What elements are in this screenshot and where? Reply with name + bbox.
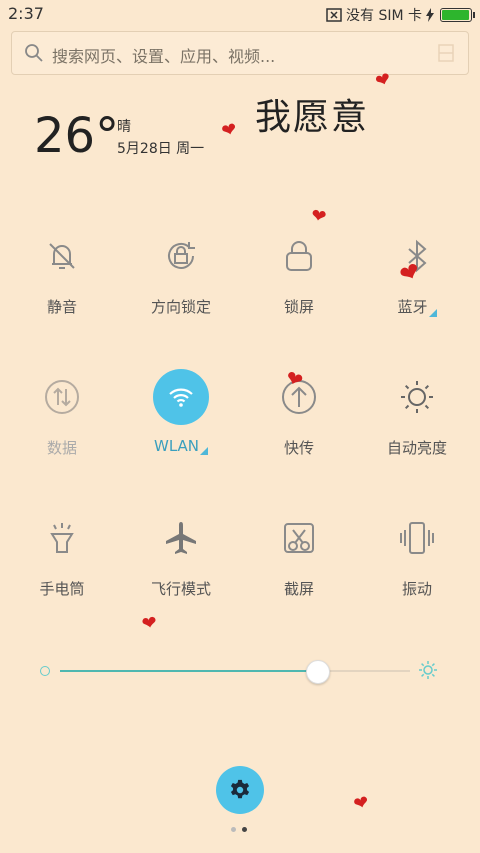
tile-label: 蓝牙	[397, 298, 428, 316]
heart-decoration: ❤	[309, 204, 328, 229]
vibrate-icon	[389, 510, 445, 566]
sim-status-text: 没有 SIM 卡	[346, 8, 422, 24]
heart-decoration: ❤	[219, 118, 240, 143]
page-dot-active	[242, 827, 247, 832]
screenshot-scissors-icon	[271, 510, 327, 566]
tile-label-with-menu: 蓝牙	[358, 296, 476, 317]
tile-label: 振动	[401, 580, 432, 598]
no-sim-icon	[326, 8, 342, 22]
tile-label: 锁屏	[283, 298, 314, 316]
expand-indicator-icon	[428, 309, 437, 317]
status-bar: 2:37 没有 SIM 卡	[0, 0, 480, 28]
brightness-low-icon	[40, 666, 50, 676]
tile-label: 数据	[46, 439, 77, 457]
weather-condition: 晴	[117, 119, 131, 135]
tile-label: 手电筒	[39, 580, 85, 598]
tile-label: 飞行模式	[150, 580, 211, 598]
slider-fill	[60, 670, 318, 672]
slider-thumb[interactable]	[306, 660, 330, 684]
search-placeholder: 搜索网页、设置、应用、视频...	[52, 47, 276, 66]
toggle-lock-screen[interactable]: 锁屏	[240, 228, 358, 317]
page-dot	[231, 827, 236, 832]
charging-icon	[426, 8, 434, 22]
mobile-data-icon	[34, 369, 90, 425]
toggle-mute[interactable]: 静音	[3, 228, 121, 317]
brightness-slider[interactable]	[40, 656, 442, 686]
brightness-high-icon	[419, 661, 437, 679]
toggle-airplane-mode[interactable]: 飞行模式	[122, 510, 240, 599]
temperature: 26°	[34, 108, 120, 164]
flashlight-icon	[34, 510, 90, 566]
toggle-flashlight[interactable]: 手电筒	[3, 510, 121, 599]
handwritten-slogan: 我愿意	[255, 97, 370, 138]
toggle-rotation-lock[interactable]: 方向锁定	[122, 228, 240, 317]
toggle-screenshot[interactable]: 截屏	[240, 510, 358, 599]
clock: 2:37	[8, 4, 44, 23]
date: 5月28日 周一	[117, 141, 205, 157]
scan-icon[interactable]	[436, 43, 456, 63]
tile-label: 自动亮度	[386, 439, 447, 457]
tile-label: 截屏	[283, 580, 314, 598]
toggle-auto-brightness[interactable]: 自动亮度	[358, 369, 476, 458]
toggle-mobile-data[interactable]: 数据	[3, 369, 121, 458]
page-indicator	[231, 827, 247, 832]
tile-label-with-menu: WLAN	[122, 437, 240, 455]
search-bar[interactable]: 搜索网页、设置、应用、视频...	[11, 31, 469, 75]
toggle-vibrate[interactable]: 振动	[358, 510, 476, 599]
lock-icon	[271, 228, 327, 284]
gear-icon	[230, 779, 250, 799]
tile-label: WLAN	[153, 437, 199, 455]
tile-label: 方向锁定	[150, 298, 211, 316]
settings-button[interactable]	[216, 766, 264, 814]
heart-decoration: ❤	[140, 611, 159, 636]
rotation-lock-icon	[153, 228, 209, 284]
toggle-wlan[interactable]: WLAN	[122, 369, 240, 455]
tile-label: 快传	[283, 439, 314, 457]
heart-decoration: ❤	[351, 791, 372, 816]
tile-label: 静音	[46, 298, 77, 316]
wifi-icon	[153, 369, 209, 425]
status-icons: 没有 SIM 卡	[326, 5, 475, 25]
airplane-icon	[153, 510, 209, 566]
sun-icon	[389, 369, 445, 425]
battery-icon	[440, 8, 475, 22]
search-icon	[25, 44, 43, 62]
expand-indicator-icon	[200, 447, 208, 455]
mute-icon	[34, 228, 90, 284]
